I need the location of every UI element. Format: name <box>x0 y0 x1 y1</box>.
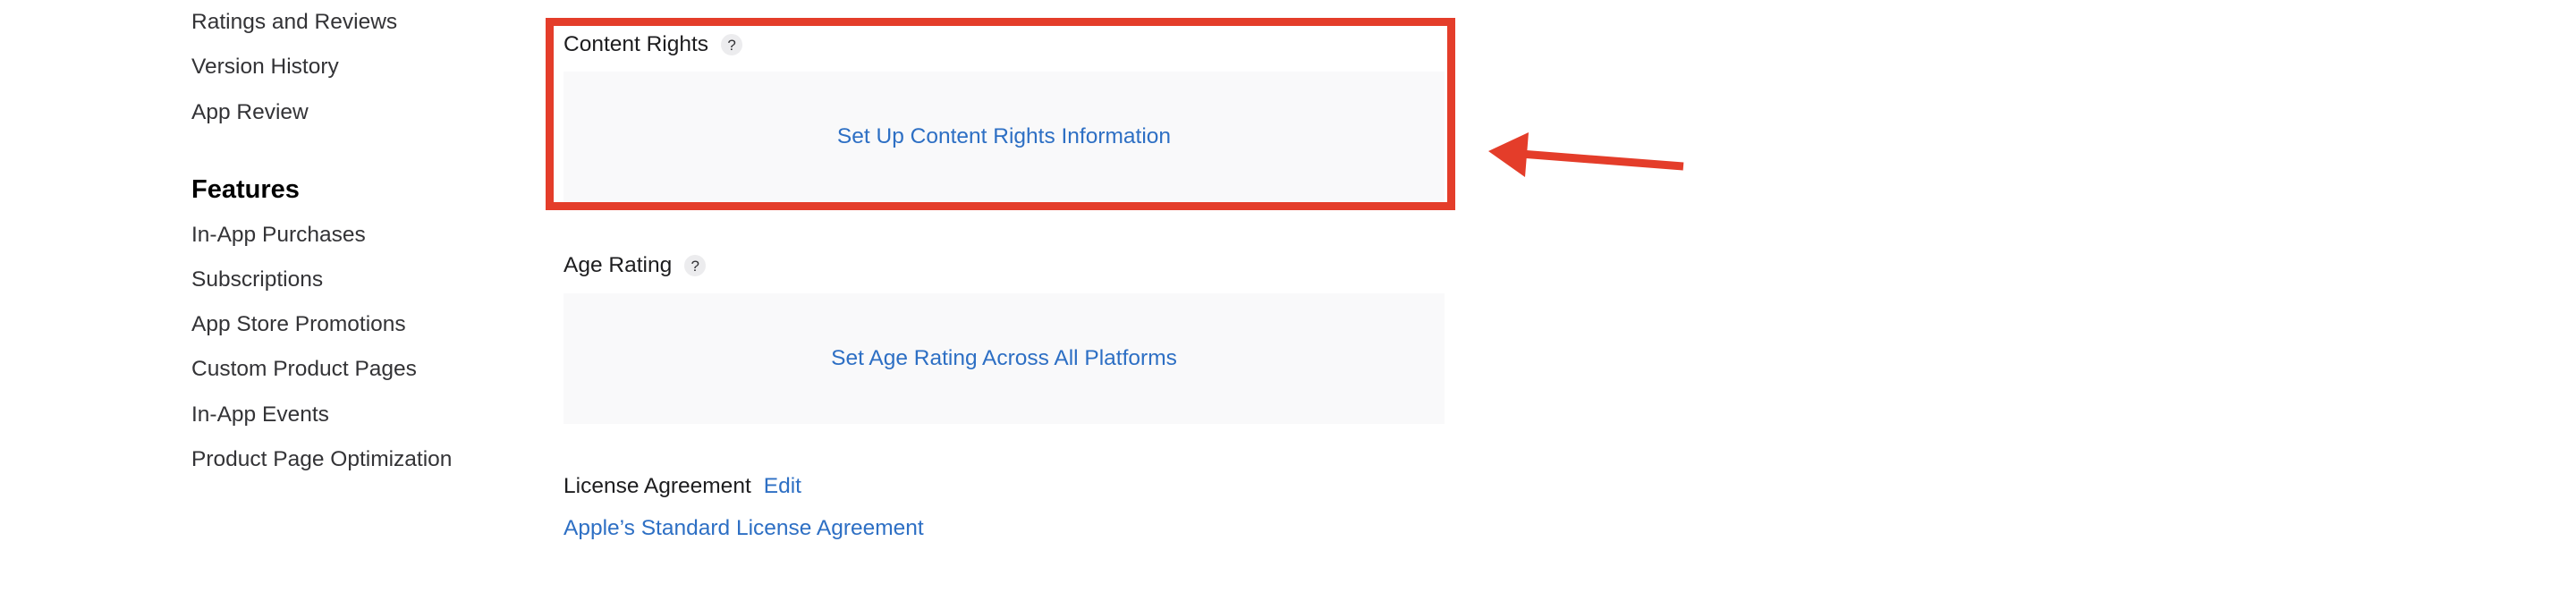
sidebar-item-in-app-purchases[interactable]: In-App Purchases <box>191 222 366 249</box>
content-rights-header: Content Rights ? <box>564 31 743 58</box>
sidebar-heading-features: Features <box>191 175 300 204</box>
annotation-arrow-icon <box>1488 132 1684 177</box>
sidebar-item-app-review[interactable]: App Review <box>191 99 309 126</box>
set-age-rating-link[interactable]: Set Age Rating Across All Platforms <box>831 346 1177 371</box>
sidebar-item-custom-product-pages[interactable]: Custom Product Pages <box>191 356 417 383</box>
content-rights-panel: Set Up Content Rights Information <box>564 72 1445 202</box>
age-rating-title: Age Rating <box>564 253 673 277</box>
sidebar-item-product-page-optimization[interactable]: Product Page Optimization <box>191 446 452 473</box>
age-rating-header: Age Rating ? <box>564 252 707 279</box>
standard-license-agreement-link[interactable]: Apple’s Standard License Agreement <box>564 515 924 542</box>
age-rating-panel: Set Age Rating Across All Platforms <box>564 293 1445 424</box>
content-rights-title: Content Rights <box>564 32 709 56</box>
sidebar-item-app-store-promotions[interactable]: App Store Promotions <box>191 311 406 338</box>
sidebar-item-subscriptions[interactable]: Subscriptions <box>191 267 323 293</box>
sidebar-item-version-history[interactable]: Version History <box>191 54 339 80</box>
license-agreement-title: License Agreement <box>564 474 751 498</box>
license-edit-link[interactable]: Edit <box>764 473 801 500</box>
help-icon[interactable]: ? <box>684 255 707 276</box>
license-agreement-header: License Agreement Edit <box>564 473 801 500</box>
sidebar-item-ratings-and-reviews[interactable]: Ratings and Reviews <box>191 9 397 36</box>
help-icon[interactable]: ? <box>721 34 743 55</box>
sidebar-item-in-app-events[interactable]: In-App Events <box>191 402 329 428</box>
set-up-content-rights-link[interactable]: Set Up Content Rights Information <box>837 124 1171 149</box>
